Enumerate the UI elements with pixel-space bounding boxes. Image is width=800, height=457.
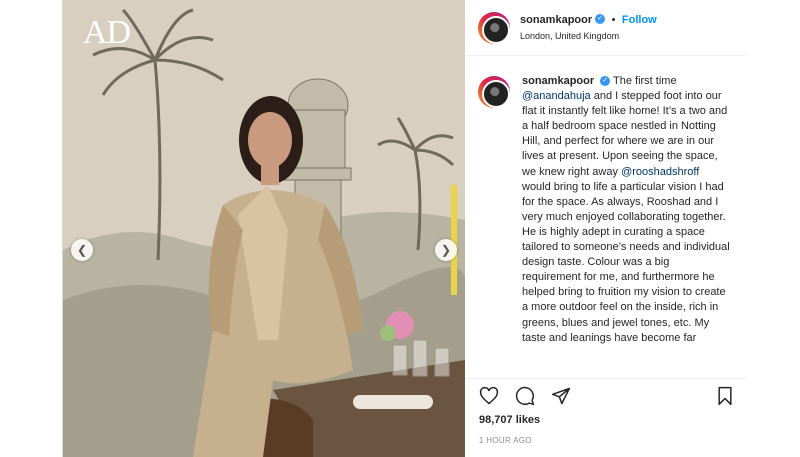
- paper-plane-icon: [551, 387, 571, 404]
- follow-button[interactable]: Follow: [622, 14, 657, 26]
- caption-username-link[interactable]: sonamkapoor: [522, 75, 594, 87]
- post-header: sonamkapoor ✓ • Follow London, United Kin…: [466, 0, 746, 56]
- separator-dot: •: [611, 14, 616, 26]
- action-bar: [466, 378, 746, 412]
- avatar[interactable]: [478, 76, 510, 108]
- caption-part: would bring to life a particular vision …: [522, 180, 730, 344]
- avatar[interactable]: [478, 11, 510, 44]
- share-button[interactable]: [550, 385, 572, 407]
- caption-text: sonamkapoor ✓ The first time @anandahuja …: [522, 74, 730, 376]
- chevron-left-icon[interactable]: ❮: [71, 239, 93, 261]
- username-link[interactable]: sonamkapoor: [520, 14, 592, 26]
- caption-intro: The first time: [613, 75, 677, 87]
- verified-badge-icon: ✓: [600, 76, 611, 87]
- photo-illustration: [63, 0, 465, 457]
- chevron-right-icon[interactable]: ❯: [435, 239, 457, 261]
- ad-watermark: AD: [83, 14, 131, 51]
- verified-badge-icon: ✓: [595, 13, 606, 24]
- heart-icon: [479, 386, 499, 404]
- post-photo[interactable]: AD ❮ ❯: [63, 0, 465, 457]
- bookmark-icon: [718, 386, 732, 405]
- comments-section[interactable]: sonamkapoor ✓ The first time @anandahuja …: [466, 64, 746, 376]
- comment-icon: [515, 386, 535, 405]
- like-button[interactable]: [478, 385, 500, 407]
- save-button[interactable]: [714, 385, 736, 407]
- location-link[interactable]: London, United Kingdom: [520, 28, 657, 44]
- likes-count[interactable]: 98,707 likes: [479, 414, 540, 426]
- post-timestamp[interactable]: 1 HOUR AGO: [479, 436, 532, 445]
- comment-button[interactable]: [514, 385, 536, 407]
- instagram-post: AD ❮ ❯ sonamkapoor ✓ • Follow London, Uni…: [62, 0, 746, 457]
- mention-link[interactable]: @rooshadshroff: [621, 166, 699, 178]
- mention-link[interactable]: @anandahuja: [522, 90, 591, 102]
- caption-part: and I stepped foot into our flat it inst…: [522, 90, 728, 178]
- header-text: sonamkapoor ✓ • Follow London, United Kin…: [520, 11, 657, 44]
- post-sidebar: sonamkapoor ✓ • Follow London, United Kin…: [466, 0, 746, 457]
